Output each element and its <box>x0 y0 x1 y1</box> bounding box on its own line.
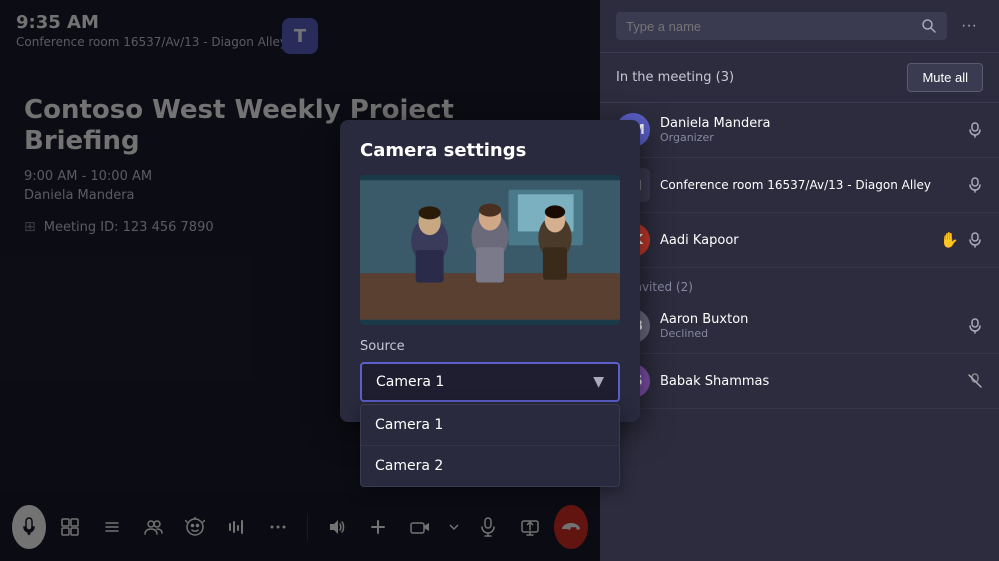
source-label: Source <box>360 339 620 354</box>
participant-mic-button[interactable] <box>967 232 983 248</box>
camera-preview <box>360 175 620 325</box>
search-icon-button[interactable] <box>921 18 937 34</box>
participant-mic-button[interactable] <box>967 373 983 389</box>
source-select-container: Camera 1 ▼ Camera 1 Camera 2 <box>360 362 620 402</box>
participant-controls <box>967 177 983 193</box>
modal-overlay: Camera settings <box>0 0 600 561</box>
camera-option-2[interactable]: Camera 2 <box>361 446 619 486</box>
participant-mic-button[interactable] <box>967 177 983 193</box>
participant-name: Babak Shammas <box>660 374 957 389</box>
search-input[interactable] <box>626 19 915 34</box>
participant-info: Daniela Mandera Organizer <box>660 116 957 144</box>
camera-feed-svg <box>360 175 620 325</box>
participant-role: Organizer <box>660 131 957 144</box>
list-item: BS Babak Shammas <box>600 354 999 409</box>
camera-settings-modal: Camera settings <box>340 120 640 422</box>
list-item: DM Daniela Mandera Organizer <box>600 103 999 158</box>
modal-title: Camera settings <box>360 140 620 161</box>
participant-role: Declined <box>660 327 957 340</box>
participants-header: ··· <box>600 0 999 53</box>
participant-info: Conference room 16537/Av/13 - Diagon All… <box>660 178 957 192</box>
right-panel: ··· In the meeting (3) Mute all DM Danie… <box>600 0 999 561</box>
participant-list: DM Daniela Mandera Organizer <box>600 103 999 561</box>
chevron-down-icon: ▼ <box>593 374 604 390</box>
source-select-box[interactable]: Camera 1 ▼ <box>360 362 620 402</box>
search-container <box>616 12 947 40</box>
list-item: AB Aaron Buxton Declined <box>600 299 999 354</box>
participant-mic-button[interactable] <box>967 122 983 138</box>
participant-mic-button[interactable] <box>967 318 983 334</box>
participant-controls: ✋ <box>940 231 983 249</box>
mic-muted-icon <box>967 373 983 389</box>
participant-info: Aadi Kapoor <box>660 233 930 248</box>
participant-info: Aaron Buxton Declined <box>660 312 957 340</box>
in-meeting-row: In the meeting (3) Mute all <box>600 53 999 103</box>
list-item: Conference room 16537/Av/13 - Diagon All… <box>600 158 999 213</box>
invited-section: rs invited (2) <box>600 268 999 299</box>
camera-option-1[interactable]: Camera 1 <box>361 405 619 446</box>
participant-controls <box>967 122 983 138</box>
selected-camera-label: Camera 1 <box>376 374 444 390</box>
participant-name: Daniela Mandera <box>660 116 957 131</box>
mic-icon <box>967 318 983 334</box>
hand-raised-icon-button[interactable]: ✋ <box>940 231 959 249</box>
participant-info: Babak Shammas <box>660 374 957 389</box>
in-meeting-label: In the meeting (3) <box>616 70 734 85</box>
participant-name: Aadi Kapoor <box>660 233 930 248</box>
search-icon <box>921 18 937 34</box>
participant-controls <box>967 373 983 389</box>
mute-all-button[interactable]: Mute all <box>907 63 983 92</box>
mic-icon <box>967 177 983 193</box>
participant-name: Conference room 16537/Av/13 - Diagon All… <box>660 178 957 192</box>
panel-more-button[interactable]: ··· <box>955 13 983 39</box>
mic-icon <box>967 122 983 138</box>
camera-dropdown-menu: Camera 1 Camera 2 <box>360 404 620 487</box>
participant-controls <box>967 318 983 334</box>
participant-name: Aaron Buxton <box>660 312 957 327</box>
list-item: AK Aadi Kapoor ✋ <box>600 213 999 268</box>
mic-icon <box>967 232 983 248</box>
